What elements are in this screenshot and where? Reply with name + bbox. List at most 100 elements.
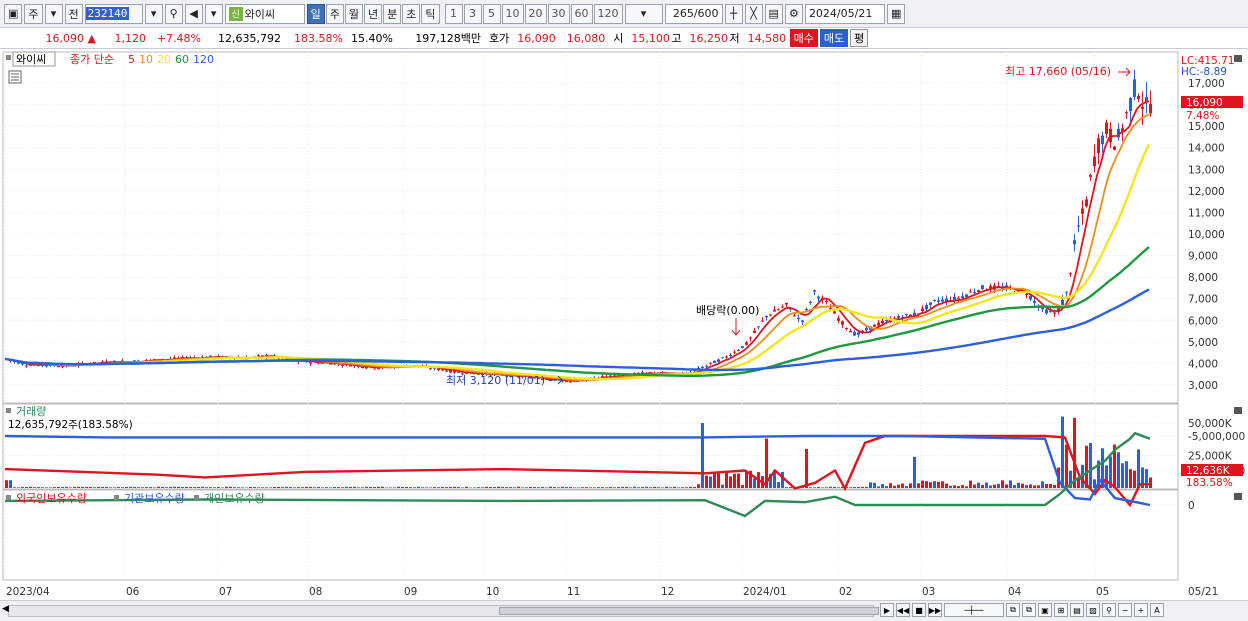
holding-panel-close-icon[interactable] (1234, 493, 1242, 500)
candle-body (1041, 307, 1044, 310)
interval-5[interactable]: 5 (482, 3, 501, 24)
ma-legend-prefix: 종가 단순 (70, 53, 114, 66)
text-size-icon[interactable]: A (1150, 603, 1164, 617)
interval-120[interactable]: 120 (593, 3, 623, 24)
volume-bar (433, 487, 436, 488)
save-icon[interactable]: ▤ (764, 3, 783, 24)
volume-bar (153, 487, 156, 488)
zoom-in-icon[interactable]: + (1134, 603, 1148, 617)
count-input[interactable]: 265/600 (664, 3, 723, 24)
link-icon[interactable]: ⊞ (1054, 603, 1068, 617)
type-select[interactable]: 주 (24, 3, 43, 24)
flat-button[interactable]: 평 (850, 29, 869, 47)
volume-bar (1061, 416, 1064, 488)
volume-bar (333, 486, 336, 488)
rewind-icon[interactable]: ◀◀ (896, 603, 910, 617)
interval-30[interactable]: 30 (547, 3, 570, 24)
holding-legend-marker (194, 495, 199, 500)
volume-bar (813, 487, 816, 488)
candle-icon[interactable]: ┼ (724, 3, 743, 24)
volume-bar (973, 484, 976, 488)
forward-icon[interactable]: ▶▶ (928, 603, 942, 617)
print-icon[interactable]: ▤ (1070, 603, 1084, 617)
speaker-icon[interactable]: ◀ (184, 3, 203, 24)
volume-bar (925, 481, 928, 488)
scrollbar-thumb[interactable] (499, 607, 879, 615)
interval-1[interactable]: 1 (444, 3, 463, 24)
period-tab-4[interactable]: 분 (383, 3, 402, 24)
volume-bar (377, 486, 380, 488)
x-tick-label: 08 (309, 586, 322, 598)
volume-bar (109, 487, 112, 488)
calendar-icon[interactable]: ▦ (886, 3, 906, 24)
volume-bar (389, 487, 392, 488)
volume-bar (913, 456, 916, 488)
interval-60[interactable]: 60 (570, 3, 593, 24)
ma-legend-120: 120 (193, 53, 214, 66)
layout-icon[interactable]: ▣ (4, 3, 23, 24)
volume-bar (41, 487, 44, 488)
volume-bar (997, 483, 1000, 488)
sell-button[interactable]: 매도 (819, 29, 849, 47)
speaker-dropdown-icon[interactable]: ▾ (204, 3, 223, 24)
period-tab-0[interactable]: 일 (306, 3, 325, 24)
chevron-down-icon[interactable]: ▾ (44, 3, 63, 24)
scroll-left-icon[interactable]: ◀ (2, 604, 9, 614)
prev-button[interactable]: 전 (64, 3, 83, 24)
chart-scrollbar[interactable] (8, 605, 879, 617)
zoom-slider[interactable]: ─┼── (944, 603, 1004, 617)
interval-20[interactable]: 20 (524, 3, 547, 24)
gear-icon[interactable]: ⚙ (784, 3, 803, 24)
volume-bar (585, 487, 588, 488)
interval-10[interactable]: 10 (501, 3, 524, 24)
copy-icon[interactable]: ⧉ (1006, 603, 1020, 617)
volume-bar (201, 486, 204, 488)
volume-bar (637, 487, 640, 488)
zoom-out-icon[interactable]: − (1118, 603, 1132, 617)
magnifier-icon[interactable]: ⚲ (1102, 603, 1116, 617)
copy2-icon[interactable]: ⧉ (1022, 603, 1036, 617)
play-icon[interactable]: ▶ (880, 603, 894, 617)
stock-code-input[interactable]: 232140 (84, 3, 143, 24)
stop-icon[interactable]: ■ (912, 603, 926, 617)
volume-bar (641, 486, 644, 488)
candle-body (973, 292, 976, 294)
volume-bar (13, 487, 16, 488)
volume-bar (557, 487, 560, 488)
period-tab-2[interactable]: 월 (344, 3, 364, 24)
code-dropdown-icon[interactable]: ▾ (144, 3, 163, 24)
volume: 12,635,792 (218, 31, 281, 45)
draw-tool-icon[interactable]: ╳ (744, 3, 763, 24)
volume-bar (229, 486, 232, 488)
date-input[interactable]: 2024/05/21 (804, 3, 885, 24)
volume-bar (97, 486, 100, 488)
candle-body (845, 327, 848, 329)
buy-button[interactable]: 매수 (789, 29, 818, 47)
period-tab-5[interactable]: 초 (402, 3, 421, 24)
stock-chart[interactable]: 17,00016,00015,00014,00013,00012,00011,0… (0, 50, 1248, 600)
period-tab-1[interactable]: 주 (325, 3, 344, 24)
price-panel-close-icon[interactable] (1234, 55, 1242, 62)
x-tick-label: 03 (922, 586, 935, 598)
x-right-label: 05/21 (1188, 586, 1218, 598)
stock-name: 와이씨 (244, 7, 276, 21)
interval-dropdown[interactable]: ▾ (624, 3, 663, 24)
search-icon[interactable]: ⚲ (164, 3, 183, 24)
volume-bar (965, 486, 968, 488)
open-label: 시 (613, 32, 624, 45)
volume-bar (45, 487, 48, 488)
candle-body (257, 355, 260, 357)
volume-bar (269, 487, 272, 488)
stock-name-field[interactable]: 신 와이씨 (224, 3, 305, 24)
period-tab-6[interactable]: 틱 (421, 3, 440, 24)
image-icon[interactable]: ▨ (1086, 603, 1100, 617)
volume-panel-close-icon[interactable] (1234, 407, 1242, 414)
interval-3[interactable]: 3 (463, 3, 482, 24)
volume-bar (1073, 417, 1076, 488)
volume-bar (213, 487, 216, 488)
volume-bar (593, 487, 596, 488)
period-tab-3[interactable]: 년 (364, 3, 383, 24)
volume-bar (741, 485, 744, 488)
layout-icon-2[interactable]: ▣ (1038, 603, 1052, 617)
volume-bar (937, 481, 940, 488)
